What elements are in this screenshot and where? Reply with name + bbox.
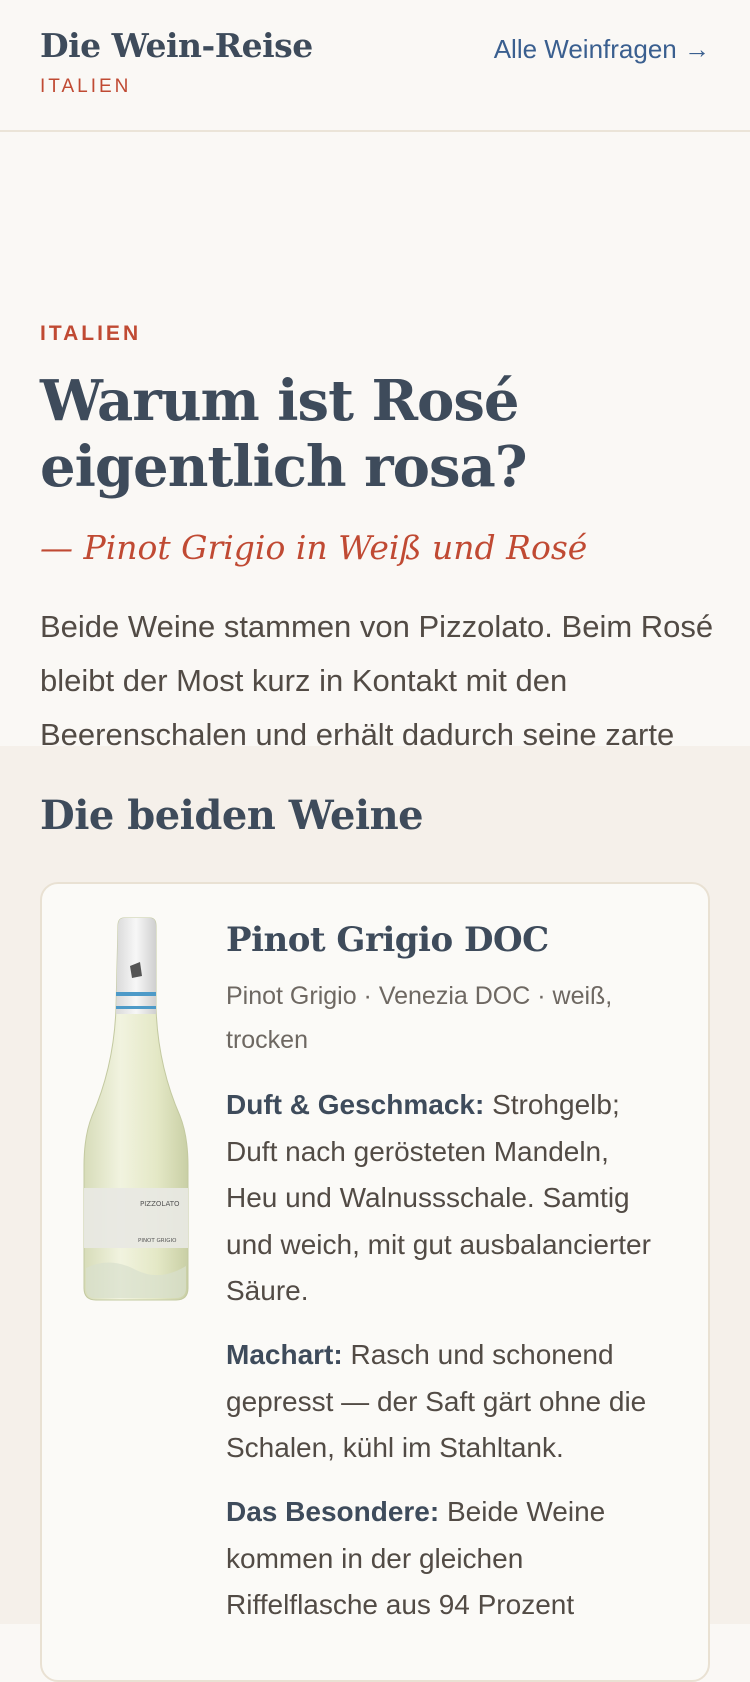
section-title: Die beiden Weine	[40, 792, 424, 839]
wine-name: Pinot Grigio DOC	[226, 920, 549, 960]
site-subtitle: ITALIEN	[40, 76, 132, 97]
wine-card: PIZZOLATO PINOT GRIGIO Pinot Grigio DOC …	[40, 882, 710, 1682]
method-description: Machart: Rasch und schonend gepresst — d…	[226, 1332, 666, 1472]
site-title[interactable]: Die Wein-Reise	[40, 26, 313, 65]
special-description: Das Besondere: Beide Weine kommen in der…	[226, 1489, 666, 1629]
bottle-variety-text: PINOT GRIGIO	[138, 1238, 177, 1244]
site-header: Die Wein-Reise ITALIEN Alle Weinfragen →	[0, 0, 750, 132]
page-subtitle: — Pinot Grigio in Weiß und Rosé	[40, 528, 588, 567]
page-title: Warum ist Rosé eigentlich rosa?	[40, 368, 528, 500]
category-kicker: ITALIEN	[40, 322, 142, 345]
taste-text: Strohgelb; Duft nach gerösteten Mandeln,…	[226, 1089, 651, 1306]
special-label: Das Besondere:	[226, 1496, 440, 1527]
wine-meta: Pinot Grigio · Venezia DOC · weiß, trock…	[226, 982, 613, 1054]
all-questions-link[interactable]: Alle Weinfragen →	[494, 34, 710, 65]
taste-description: Duft & Geschmack: Strohgelb; Duft nach g…	[226, 1082, 666, 1315]
taste-label: Duft & Geschmack:	[226, 1089, 485, 1120]
method-label: Machart:	[226, 1339, 343, 1370]
wines-section: Die beiden Weine PIZZOLATO PINOT GRIGIO …	[0, 746, 750, 1682]
wine-bottle-image: PIZZOLATO PINOT GRIGIO	[83, 917, 189, 1301]
bottle-brand-text: PIZZOLATO	[140, 1200, 180, 1208]
article-hero: ITALIEN Warum ist Rosé eigentlich rosa? …	[0, 132, 750, 806]
